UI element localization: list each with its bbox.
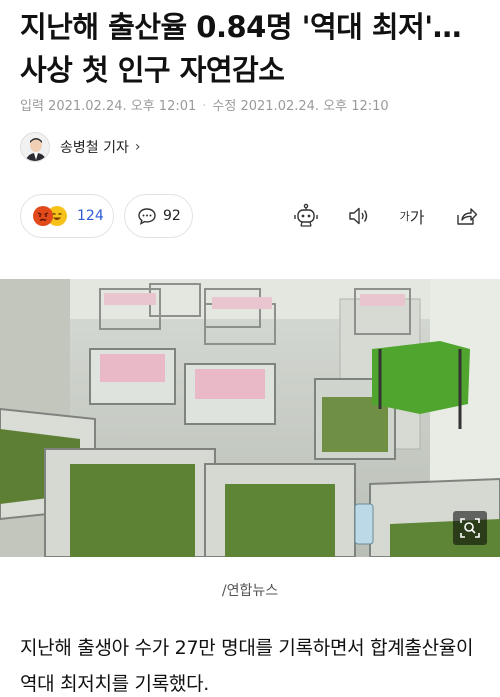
- input-time: 입력 2021.02.24. 오후 12:01: [20, 99, 197, 114]
- font-size-icon[interactable]: 가가: [396, 200, 428, 232]
- comment-icon: [137, 206, 157, 226]
- font-size-small-label: 가: [399, 210, 410, 223]
- chevron-right-icon: ›: [134, 139, 141, 155]
- share-icon[interactable]: [450, 200, 482, 232]
- reporter-avatar: [20, 132, 50, 162]
- zoom-icon: [459, 517, 481, 539]
- nursery-photo-illustration: [0, 279, 500, 557]
- reaction-button[interactable]: 124: [20, 194, 114, 238]
- meta-separator: ·: [202, 99, 207, 114]
- speaker-icon[interactable]: [342, 200, 374, 232]
- article-headline: 지난해 출산율 0.84명 '역대 최저'…사상 첫 인구 자연감소: [20, 10, 462, 87]
- robot-summary-icon[interactable]: [290, 200, 322, 232]
- photo-caption: /연합뉴스: [221, 583, 279, 599]
- reporter-name: 송병철 기자: [60, 140, 129, 156]
- comment-count: 92: [163, 208, 181, 224]
- font-size-large-label: 가: [409, 208, 425, 227]
- comment-button[interactable]: 92: [124, 194, 193, 238]
- modified-time: 수정 2021.02.24. 오후 12:10: [212, 99, 389, 114]
- zoom-button[interactable]: [453, 511, 487, 545]
- reaction-count: 124: [77, 208, 104, 224]
- angry-emoji-icon: [33, 206, 53, 226]
- article-photo: [0, 279, 500, 557]
- article-meta: 입력 2021.02.24. 오후 12:01 · 수정 2021.02.24. 오…: [20, 95, 389, 114]
- article-body-paragraph: 지난해 출생아 수가 27만 명대를 기록하면서 합계출산율이 역대 최저치를 …: [20, 637, 474, 695]
- reporter-link[interactable]: 송병철 기자 ›: [20, 130, 140, 164]
